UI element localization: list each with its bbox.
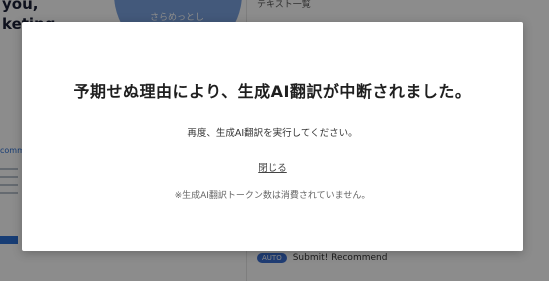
close-link-wrapper: 閉じる: [22, 156, 523, 175]
dialog-message: 再度、生成AI翻訳を実行してください。: [187, 128, 358, 139]
close-link[interactable]: 閉じる: [258, 163, 287, 174]
dialog-note: ※生成AI翻訳トークン数は消費されていません。: [174, 191, 371, 201]
error-dialog: 予期せぬ理由により、生成AI翻訳が中断されました。 再度、生成AI翻訳を実行して…: [22, 22, 523, 251]
dialog-title: 予期せぬ理由により、生成AI翻訳が中断されました。: [73, 82, 472, 101]
